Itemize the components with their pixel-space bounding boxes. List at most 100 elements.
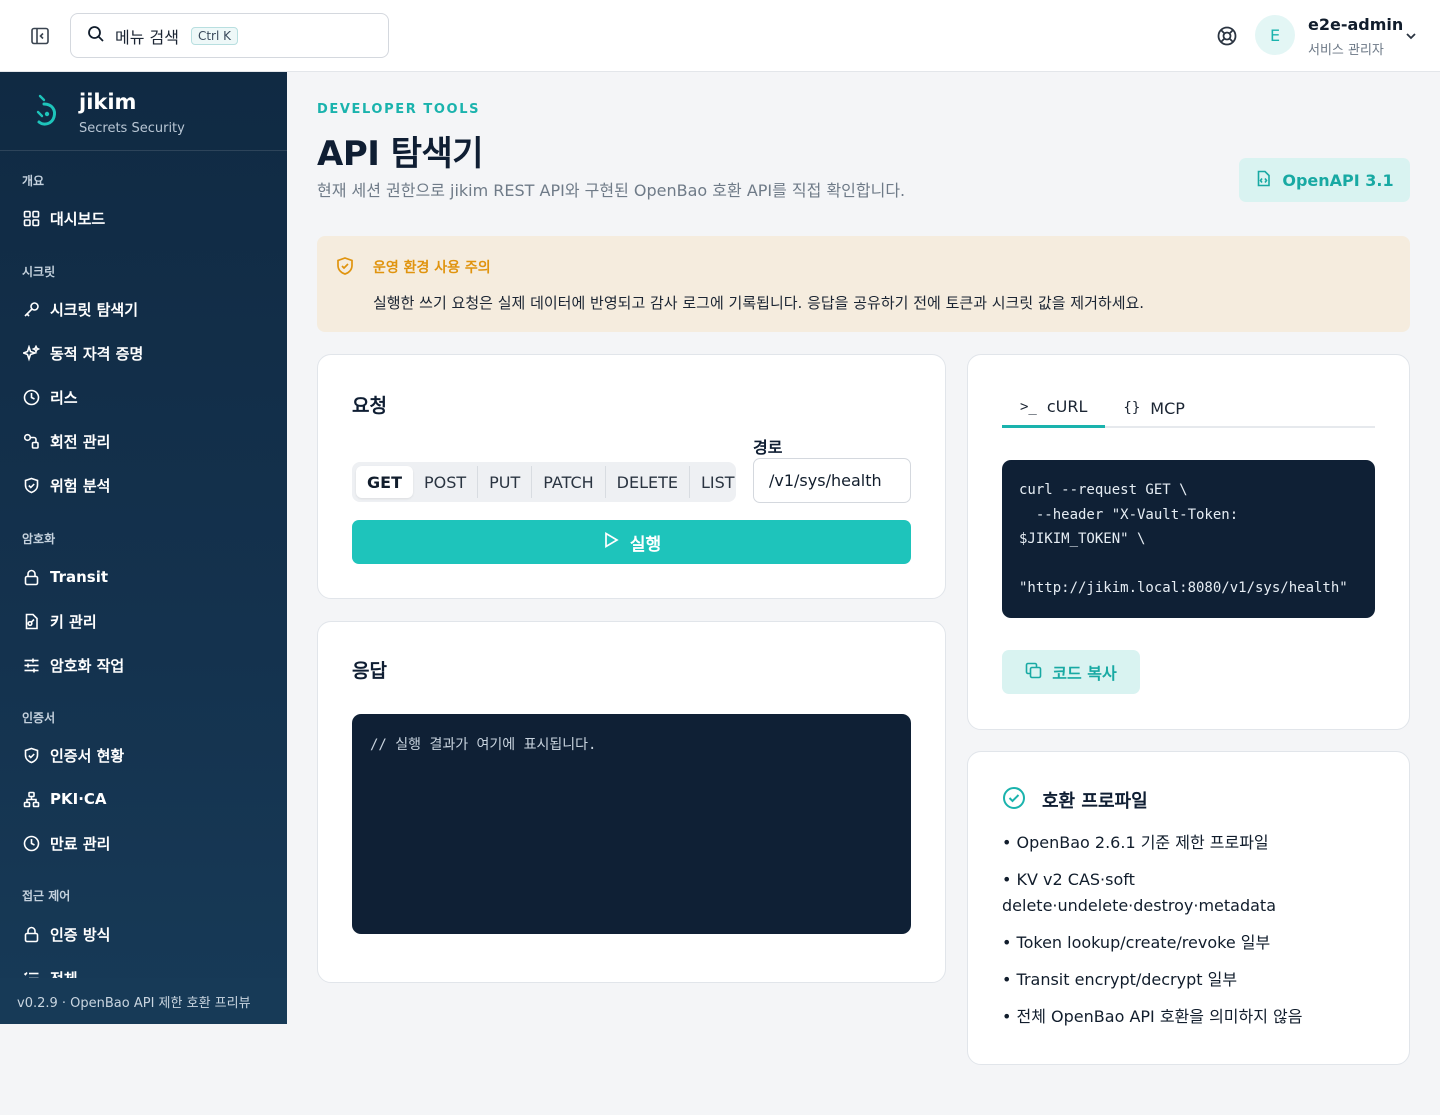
copy-code-button[interactable]: 코드 복사 [1002,650,1140,694]
compat-profile-card: 호환 프로파일 • OpenBao 2.6.1 기준 제한 프로파일 • KV … [967,751,1410,1065]
list-item: • KV v2 CAS·soft delete·undelete·destroy… [1002,870,1276,915]
sidebar-item-expiry-management[interactable]: 만료 관리 [0,823,287,863]
check-circle-icon [1002,786,1026,814]
brand-name: jikim [79,90,137,114]
nav-section-encryption: 암호화 [22,532,56,546]
tab-curl[interactable]: >_ cURL [1002,388,1106,428]
nav-section-overview: 개요 [22,174,45,188]
sidebar-item-label: Transit [50,568,109,586]
rotate-icon [22,432,40,450]
search-icon [87,25,105,47]
response-output[interactable]: // 실행 결과가 여기에 표시됩니다. [352,714,911,934]
shield-warning-icon [335,256,355,280]
run-button[interactable]: 실행 [352,520,911,564]
sidebar-item-risk-analysis[interactable]: 위험 분석 [0,465,287,505]
sidebar-item-label: 동적 자격 증명 [50,344,144,363]
copy-code-label: 코드 복사 [1052,664,1117,683]
list-item: • OpenBao 2.6.1 기준 제한 프로파일 [1002,833,1269,852]
sidebar-item-dashboard[interactable]: 대시보드 [0,198,287,238]
play-icon [602,531,620,554]
user-role: 서비스 관리자 [1308,43,1384,58]
compat-profile-title: 호환 프로파일 [1042,791,1148,812]
tab-label: cURL [1046,397,1088,416]
method-get-button[interactable]: GET [356,466,413,498]
list-item: • 전체 OpenBao API 호환을 의미하지 않음 [1002,1007,1303,1026]
sidebar-item-transit[interactable]: Transit [0,557,287,597]
curl-code-block[interactable]: curl --request GET \ --header "X-Vault-T… [1002,460,1375,618]
sidebar-item-label: PKI·CA [50,790,107,808]
jikim-logo-icon [30,92,62,132]
brand[interactable]: jikim Secrets Security [0,72,287,151]
page-title: API 탐색기 [317,134,484,174]
page-eyebrow: DEVELOPER TOOLS [317,102,481,117]
method-patch-button[interactable]: PATCH [532,466,606,498]
sidebar-item-rotation[interactable]: 회전 관리 [0,421,287,461]
code-snippet-card: >_ cURL {} MCP curl --request GET \ --he… [967,354,1410,730]
response-card: 응답 // 실행 결과가 여기에 표시됩니다. [317,621,946,983]
method-delete-button[interactable]: DELETE [606,466,691,498]
braces-icon: {} [1123,400,1141,416]
sidebar-item-label: 만료 관리 [50,834,111,853]
menu-search-input[interactable]: 메뉴 검색 Ctrl K [70,13,389,58]
method-list-button[interactable]: LIST [690,466,746,498]
brand-subtitle: Secrets Security [79,121,185,136]
sidebar-item-key-management[interactable]: 키 관리 [0,601,287,641]
nav-section-certificates: 인증서 [22,711,56,725]
clock-icon [22,834,40,852]
sidebar-item-label: 암호화 작업 [50,656,125,675]
nav-section-access-control: 접근 제어 [22,889,71,903]
network-icon [22,790,40,808]
list-item: • Token lookup/create/revoke 일부 [1002,933,1271,952]
sidebar-item-label: 대시보드 [50,209,106,228]
http-method-selector: GET POST PUT PATCH DELETE LIST [352,462,736,502]
terminal-icon: >_ [1020,398,1037,415]
user-name[interactable]: e2e-admin [1308,15,1403,34]
sidebar-item-label: 회전 관리 [50,432,111,451]
help-icon[interactable] [1214,23,1240,49]
search-label: 메뉴 검색 [115,27,179,47]
warning-title: 운영 환경 사용 주의 [373,260,491,276]
list-item: • Transit encrypt/decrypt 일부 [1002,970,1238,989]
lock-icon [22,925,40,943]
chevron-down-icon[interactable] [1402,27,1420,45]
sliders-icon [22,656,40,674]
method-post-button[interactable]: POST [413,466,479,498]
request-title: 요청 [352,395,387,417]
shield-icon [22,476,40,494]
sidebar-item-dynamic-credentials[interactable]: 동적 자격 증명 [0,333,287,373]
dashboard-icon [22,209,40,227]
sidebar-version-footer: v0.2.9 · OpenBao API 제한 호환 프리뷰 [0,978,287,1024]
nav-section-secrets: 시크릿 [22,265,56,279]
shield-icon [22,746,40,764]
openapi-button[interactable]: OpenAPI 3.1 [1239,158,1410,202]
request-card: 요청 GET POST PUT PATCH DELETE LIST 경로 실행 [317,354,946,599]
code-tabs: >_ cURL {} MCP [1002,388,1375,428]
sidebar-item-certificate-status[interactable]: 인증서 현황 [0,735,287,775]
sidebar-item-label: 키 관리 [50,612,97,631]
warning-body: 실행한 쓰기 요청은 실제 데이터에 반영되고 감사 로그에 기록됩니다. 응답… [373,294,1145,312]
sidebar: jikim Secrets Security 개요 대시보드 시크릿 시크릿 탐… [0,72,287,1024]
sidebar-item-secret-explorer[interactable]: 시크릿 탐색기 [0,289,287,329]
sidebar-toggle-icon[interactable] [28,24,52,48]
path-input[interactable] [753,458,911,503]
document-code-icon [1255,170,1272,191]
sidebar-item-label: 인증서 현황 [50,746,125,765]
method-put-button[interactable]: PUT [478,466,533,498]
sidebar-item-label: 시크릿 탐색기 [50,300,139,319]
tab-mcp[interactable]: {} MCP [1105,388,1202,428]
key-file-icon [22,612,40,630]
avatar[interactable]: E [1255,15,1295,55]
response-title: 응답 [352,660,387,682]
sidebar-item-leases[interactable]: 리스 [0,377,287,417]
sparkle-icon [22,344,40,362]
run-button-label: 실행 [629,534,662,555]
search-shortcut-badge: Ctrl K [190,26,239,45]
tab-label: MCP [1150,398,1185,418]
warning-banner: 운영 환경 사용 주의 실행한 쓰기 요청은 실제 데이터에 반영되고 감사 로… [317,236,1410,332]
sidebar-item-auth-methods[interactable]: 인증 방식 [0,914,287,954]
lock-icon [22,568,40,586]
sidebar-item-encryption-jobs[interactable]: 암호화 작업 [0,645,287,685]
compat-profile-list: • OpenBao 2.6.1 기준 제한 프로파일 • KV v2 CAS·s… [1002,830,1342,1041]
sidebar-item-pki-ca[interactable]: PKI·CA [0,779,287,819]
key-icon [22,300,40,318]
